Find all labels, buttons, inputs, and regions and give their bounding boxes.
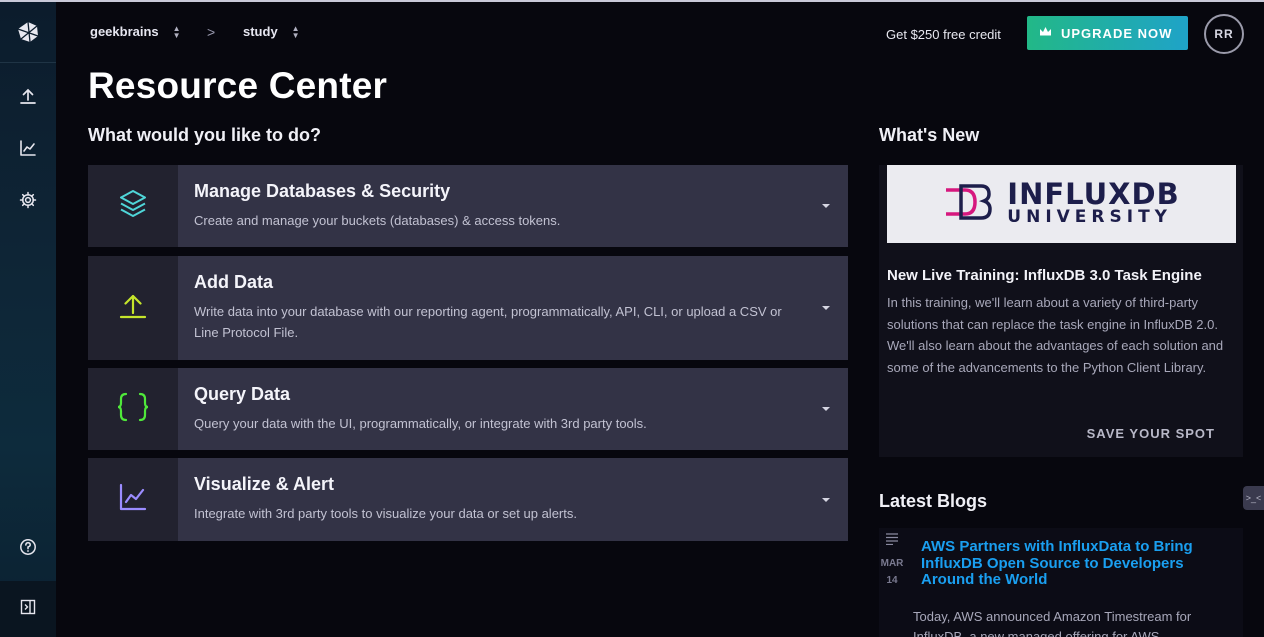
org-name: geekbrains [90, 24, 159, 39]
chevron-right-icon: > [207, 24, 216, 40]
action-card-visualize-alert[interactable]: Visualize & Alert Integrate with 3rd par… [88, 458, 848, 541]
card-body: Visualize & Alert Integrate with 3rd par… [178, 458, 848, 541]
blog-date-month: MAR [880, 558, 904, 569]
sidebar-item-load-data[interactable] [0, 78, 56, 118]
card-body: Add Data Write data into your database w… [178, 256, 848, 360]
action-card-add-data[interactable]: Add Data Write data into your database w… [88, 256, 848, 360]
caret-down-icon [822, 204, 830, 208]
card-body: Manage Databases & Security Create and m… [178, 165, 848, 247]
news-description: In this training, we'll learn about a va… [887, 295, 1224, 376]
influxdb-logo-icon[interactable] [0, 2, 56, 62]
org-switcher[interactable]: geekbrains ▲ ▼ [90, 24, 181, 39]
card-title: Add Data [194, 272, 274, 292]
action-card-query-data[interactable]: Query Data Query your data with the UI, … [88, 368, 848, 450]
action-card-manage-databases[interactable]: Manage Databases & Security Create and m… [88, 165, 848, 247]
card-body: Query Data Query your data with the UI, … [178, 368, 848, 450]
banner-text: INFLUXDB UNIVERSITY [1007, 177, 1180, 228]
influxdb-university-logo-icon [943, 180, 993, 229]
card-icon-container [88, 368, 178, 450]
banner-brand: INFLUXDB [1007, 177, 1180, 211]
help-icon [19, 538, 37, 561]
upload-icon [19, 87, 37, 110]
banner-subtitle: UNIVERSITY [1007, 207, 1172, 227]
page-title: Resource Center [88, 65, 388, 106]
save-your-spot-link[interactable]: SAVE YOUR SPOT [1087, 426, 1215, 441]
upgrade-now-label: UPGRADE NOW [1061, 25, 1173, 41]
blog-date-day: 14 [886, 575, 898, 586]
blog-excerpt: Today, AWS announced Amazon Timestream f… [913, 609, 1192, 637]
gear-icon [19, 191, 37, 214]
blog-title-link[interactable]: AWS Partners with InfluxData to Bring In… [921, 538, 1221, 589]
braces-icon [117, 392, 149, 427]
chevron-updown-icon: ▲ ▼ [172, 23, 181, 40]
crown-icon [1039, 24, 1052, 42]
blog-item: MAR 14 AWS Partners with InfluxData to B… [879, 528, 1243, 637]
app-root: geekbrains ▲ ▼ > study ▲ ▼ Get $250 free c… [0, 0, 1264, 637]
chart-icon [119, 483, 147, 516]
bucket-name: study [243, 24, 278, 39]
card-icon-container [88, 165, 178, 247]
actions-heading: What would you like to do? [88, 125, 321, 145]
news-card: INFLUXDB UNIVERSITY New Live Training: I… [879, 165, 1243, 457]
card-description: Write data into your database with our r… [194, 304, 782, 340]
sidebar [0, 2, 56, 637]
upload-icon [119, 292, 147, 325]
bucket-switcher[interactable]: study ▲ ▼ [243, 24, 300, 39]
card-title: Query Data [194, 384, 291, 404]
sidebar-divider [0, 62, 56, 63]
chevron-updown-icon: ▲ ▼ [291, 23, 300, 40]
article-icon [886, 532, 898, 550]
card-icon-container [88, 458, 178, 541]
sidebar-collapse-button[interactable] [0, 581, 56, 637]
layers-icon [119, 189, 147, 224]
whats-new-heading: What's New [879, 125, 980, 145]
user-avatar[interactable]: RR [1204, 14, 1244, 54]
caret-down-icon [822, 497, 830, 502]
card-description: Create and manage your buckets (database… [194, 213, 561, 228]
card-title: Visualize & Alert [194, 474, 335, 494]
card-description: Query your data with the UI, programmati… [194, 416, 647, 431]
card-icon-container [88, 256, 178, 360]
console-toggle-tab[interactable]: >_< [1243, 486, 1264, 510]
card-title: Manage Databases & Security [194, 181, 451, 201]
caret-down-icon [822, 407, 830, 411]
news-title[interactable]: New Live Training: InfluxDB 3.0 Task Eng… [887, 267, 1202, 284]
latest-blogs-heading: Latest Blogs [879, 491, 988, 511]
upgrade-now-button[interactable]: UPGRADE NOW [1027, 16, 1188, 50]
card-description: Integrate with 3rd party tools to visual… [194, 506, 577, 521]
chart-icon [19, 139, 37, 162]
influxdb-university-banner[interactable]: INFLUXDB UNIVERSITY [887, 165, 1236, 243]
sidebar-item-help[interactable] [0, 529, 56, 569]
caret-down-icon [822, 306, 830, 310]
credit-offer-text: Get $250 free credit [886, 27, 1001, 42]
collapse-sidebar-icon [20, 599, 36, 620]
sidebar-item-settings[interactable] [0, 182, 56, 222]
sidebar-item-data-explorer[interactable] [0, 130, 56, 170]
